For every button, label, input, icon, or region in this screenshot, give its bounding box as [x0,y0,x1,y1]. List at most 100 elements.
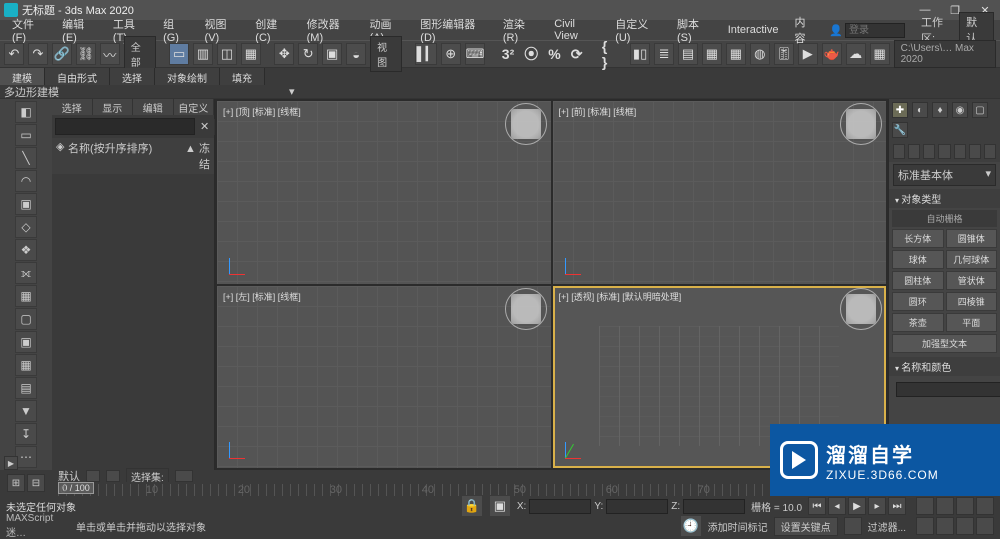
align-button[interactable]: ≣ [654,43,674,65]
project-path[interactable]: C:\Users\… Max 2020 [894,40,996,68]
viewcube-top[interactable] [511,109,541,139]
menu-file[interactable]: 文件(F) [6,14,52,46]
schematic-button[interactable]: ▦ [726,43,746,65]
viewport-top-label[interactable]: [+] [顶] [标准] [线框] [223,105,301,118]
cmdtab-utilities[interactable]: 🔧 [892,122,908,138]
displaylayer-icon[interactable] [106,470,120,482]
primitive-sphere[interactable]: 球体 [892,250,944,269]
menu-view[interactable]: 视图(V) [199,14,246,46]
percent-snap-button[interactable]: % [545,46,563,62]
zoom-all-button[interactable] [936,497,954,515]
menu-interactive[interactable]: Interactive [722,22,785,38]
scenetool-hidden[interactable]: ▤ [15,377,37,399]
angle-snap-button[interactable]: ⦿ [521,44,541,64]
zoom-extents-all-button[interactable] [976,497,994,515]
scenetool-container[interactable]: ▣ [15,331,37,353]
cmdtab-create[interactable]: ✚ [892,102,908,118]
menu-modifiers[interactable]: 修改器(M) [301,14,360,46]
scene-tab-edit[interactable]: 编辑 [133,99,174,115]
scenetool-sort[interactable]: ↧ [15,423,37,445]
zoom-extents-button[interactable] [956,497,974,515]
ribbon-tab-freeform[interactable]: 自由形式 [45,68,110,85]
menu-group[interactable]: 组(G) [157,14,194,46]
link-button[interactable]: 🔗 [52,43,72,65]
render-setup-button[interactable]: 🎚 [774,43,794,65]
material-editor-button[interactable]: ◍ [750,43,770,65]
viewcube-front[interactable] [846,109,876,139]
ribbon-tab-objectpaint[interactable]: 对象绘制 [155,68,220,85]
scenetool-helper[interactable]: ◇ [15,216,37,238]
ribbon-tab-selection[interactable]: 选择 [110,68,155,85]
create-cameras-icon[interactable] [938,144,950,159]
viewport-top[interactable]: [+] [顶] [标准] [线框] [217,101,551,284]
menu-script[interactable]: 脚本(S) [671,14,718,46]
rotate-button[interactable]: ↻ [298,43,318,65]
primitive-geosphere[interactable]: 几何球体 [946,250,998,269]
menu-edit[interactable]: 编辑(E) [56,14,103,46]
create-spacewarps-icon[interactable] [969,144,981,159]
move-button[interactable]: ✥ [274,43,294,65]
viewport-left[interactable]: [+] [左] [标准] [线框] [217,286,551,469]
scenetool-frozen[interactable]: ▦ [15,354,37,376]
orbit-button[interactable] [936,517,954,535]
select-name-button[interactable]: ▥ [193,43,213,65]
next-frame-button[interactable]: ▸ [868,497,886,515]
scene-tab-select[interactable]: 选择 [52,99,93,115]
selectionset-dropdown[interactable] [175,470,193,482]
primitive-plane[interactable]: 平面 [946,313,998,332]
menu-civilview[interactable]: Civil View [548,16,605,44]
scenetool-filter[interactable]: ▼ [15,400,37,422]
cmdtab-display[interactable]: ▢ [972,102,988,118]
layer-icon[interactable] [86,470,100,482]
goto-start-button[interactable]: ⏮ [808,497,826,515]
lock-selection-button[interactable]: 🔒 [461,495,483,517]
prev-key-button[interactable]: ⊞ [7,474,25,492]
selection-filter[interactable]: 全部 [124,36,156,72]
keyboard-shortcut-button[interactable]: ⌨ [465,43,486,65]
scene-tab-custom[interactable]: 自定义 [174,99,215,115]
scenetool-select[interactable]: ▭ [15,124,37,146]
ribbon-panel-polymodel[interactable]: 多边形建模 [4,84,59,100]
menu-create[interactable]: 创建(C) [249,14,296,46]
maximize-viewport-button[interactable] [976,517,994,535]
cmdtab-modify[interactable]: ◐ [912,102,928,118]
z-input[interactable] [683,499,745,514]
viewport-front-label[interactable]: [+] [前] [标准] [线框] [559,105,637,118]
select-region-button[interactable]: ◫ [217,43,237,65]
scene-tree[interactable] [52,174,214,470]
viewport-front[interactable]: [+] [前] [标准] [线框] [553,101,887,284]
key-filters-button[interactable]: 过滤器... [868,519,906,534]
ribbon-tab-modeling[interactable]: 建模 [0,68,45,85]
viewport-left-label[interactable]: [+] [左] [标准] [线框] [223,290,301,303]
viewcube-left[interactable] [511,294,541,324]
rollout-object-type[interactable]: 对象类型 [889,189,1000,208]
primitive-torus[interactable]: 圆环 [892,292,944,311]
manipulate-button[interactable]: ⊕ [441,43,461,65]
primitive-category-dropdown[interactable]: 标准基本体▾ [893,164,996,186]
scenetool-space[interactable]: ❖ [15,239,37,261]
render-prod-button[interactable]: ▦ [870,43,890,65]
primitive-pyramid[interactable]: 四棱锥 [946,292,998,311]
menu-render[interactable]: 渲染(R) [497,14,544,46]
setkey-button[interactable]: 设置关键点 [774,517,838,536]
prev-frame-button[interactable]: ◂ [828,497,846,515]
scenetool-camera[interactable]: ▣ [15,193,37,215]
autogrid-checkbox[interactable]: 自动栅格 [892,210,997,227]
scenetool-bone[interactable]: ⟗ [15,262,37,284]
primitive-cylinder[interactable]: 圆柱体 [892,271,944,290]
maxscript-listener[interactable]: MAXScript 迷… [6,513,70,539]
pan-button[interactable] [916,517,934,535]
create-shapes-icon[interactable] [908,144,920,159]
mirror-button[interactable]: ▮▯ [630,43,650,65]
placement-button[interactable]: ◒ [346,43,366,65]
open-arnold-button[interactable]: ☁ [846,43,866,65]
goto-end-button[interactable]: ⏭ [888,497,906,515]
timetag-icon[interactable]: 🕘 [680,515,702,537]
render-frame-button[interactable]: ▶ [798,43,818,65]
scenetool-xref[interactable]: ▢ [15,308,37,330]
scale-button[interactable]: ▣ [322,43,342,65]
add-timetag-label[interactable]: 添加时间标记 [708,519,768,534]
bind-button[interactable]: 〰 [100,43,120,65]
viewcube-persp[interactable] [846,294,876,324]
snap-toggle-button[interactable]: 3² [499,46,517,62]
